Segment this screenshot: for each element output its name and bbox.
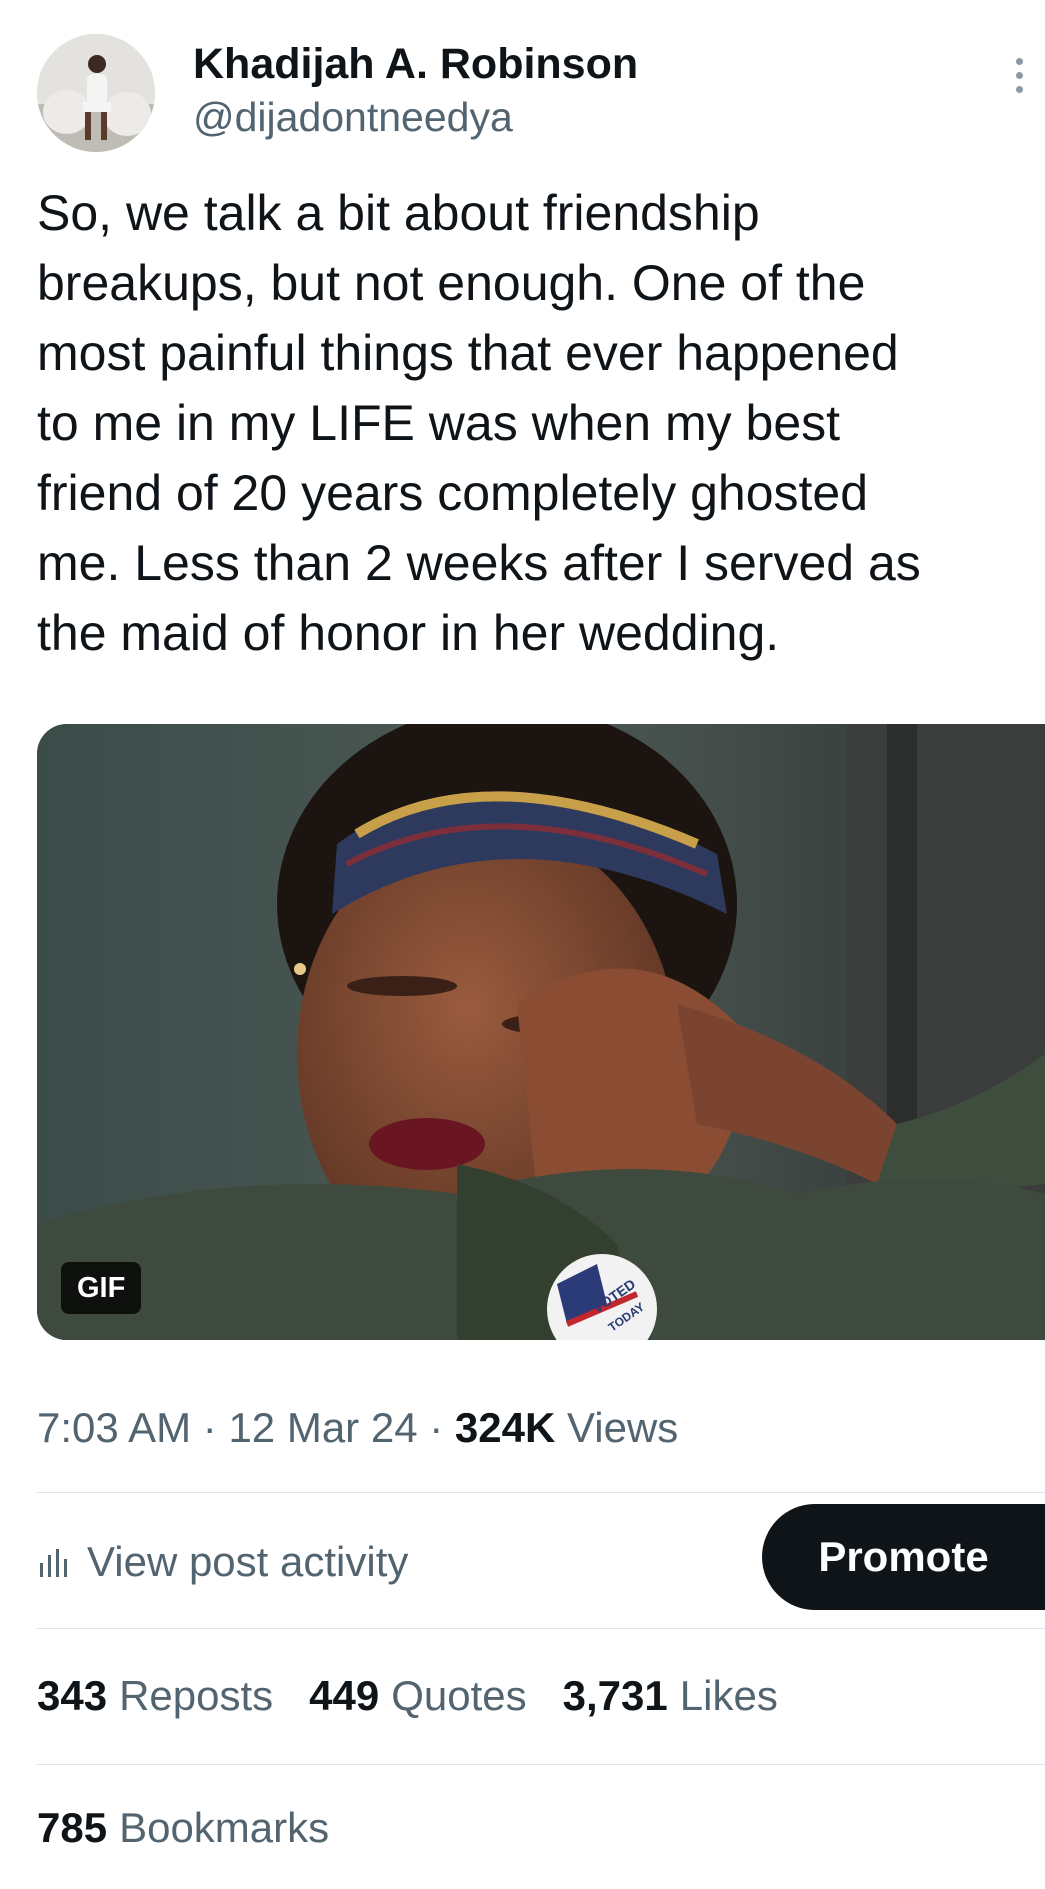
tweet-text: So, we talk a bit about friendship break…: [37, 178, 1037, 668]
reposts-count: 343: [37, 1672, 108, 1719]
author-display-name[interactable]: Khadijah A. Robinson: [193, 38, 638, 90]
tweet-text-line: me. Less than 2 weeks after I served as: [37, 535, 921, 591]
tweet-text-line: to me in my LIFE was when my best: [37, 395, 841, 451]
analytics-icon: [40, 1549, 67, 1577]
tweet-text-line: most painful things that ever happened: [37, 325, 899, 381]
view-post-activity-label: View post activity: [87, 1538, 409, 1585]
divider: [37, 1628, 1045, 1629]
quotes-count: 449: [309, 1672, 380, 1719]
bookmarks-stat[interactable]: 785 Bookmarks: [37, 1800, 329, 1856]
reposts-stat[interactable]: 343 Reposts: [37, 1668, 273, 1724]
tweet-text-line: So, we talk a bit about friendship: [37, 185, 760, 241]
promote-button[interactable]: Promote: [762, 1504, 1045, 1610]
quotes-label: Quotes: [391, 1672, 527, 1719]
tweet-time[interactable]: 7:03 AM: [37, 1404, 191, 1451]
meta-separator: ·: [202, 1404, 217, 1451]
likes-count: 3,731: [562, 1672, 668, 1719]
engagement-stats: 343 Reposts 449 Quotes 3,731 Likes: [37, 1668, 814, 1724]
divider: [37, 1764, 1045, 1765]
tweet-text-line: breakups, but not enough. One of the: [37, 255, 866, 311]
likes-stat[interactable]: 3,731 Likes: [563, 1668, 778, 1724]
likes-label: Likes: [679, 1672, 778, 1719]
tweet-text-line: friend of 20 years completely ghosted: [37, 465, 869, 521]
gif-badge: GIF: [61, 1262, 142, 1314]
bookmarks-count: 785: [37, 1804, 108, 1851]
profile-photo: [37, 34, 155, 152]
view-post-activity-link[interactable]: View post activity: [37, 1534, 408, 1590]
views-label: Views: [566, 1404, 679, 1451]
gif-image: VOTED TODAY: [37, 724, 1045, 1340]
views-count: 324K: [454, 1404, 556, 1451]
gif-media[interactable]: VOTED TODAY GIF: [37, 724, 1045, 1340]
reposts-label: Reposts: [119, 1672, 274, 1719]
meta-separator: ·: [429, 1404, 444, 1451]
avatar[interactable]: [37, 34, 155, 152]
tweet-date[interactable]: 12 Mar 24: [228, 1404, 417, 1451]
quotes-stat[interactable]: 449 Quotes: [309, 1668, 527, 1724]
bookmarks-label: Bookmarks: [119, 1804, 330, 1851]
author-handle[interactable]: @dijadontneedya: [193, 92, 513, 142]
tweet-meta: 7:03 AM · 12 Mar 24 · 324K Views: [37, 1400, 678, 1456]
more-vertical-icon[interactable]: [1004, 58, 1034, 108]
tweet-text-line: the maid of honor in her wedding.: [37, 605, 780, 661]
divider: [37, 1492, 1045, 1493]
